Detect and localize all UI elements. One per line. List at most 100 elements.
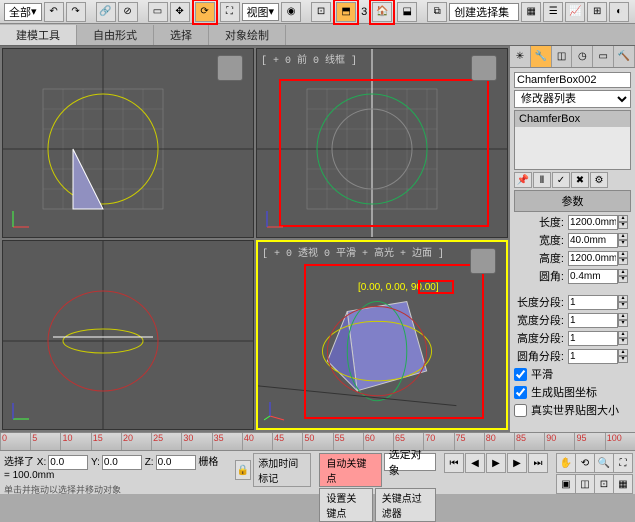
object-name-input[interactable] — [514, 72, 631, 88]
viewcube-icon[interactable] — [217, 55, 243, 81]
key-target-dropdown[interactable]: 选定对象 — [384, 453, 436, 471]
realworld-checkbox[interactable] — [514, 404, 527, 417]
show-end-button[interactable]: Ⅱ — [533, 172, 551, 188]
layers-button[interactable]: ☰ — [543, 2, 563, 22]
align-button[interactable]: ▦ — [521, 2, 541, 22]
spin-up[interactable]: ▴ — [618, 295, 628, 302]
zoom-extents-button[interactable]: ⛶ — [613, 453, 633, 473]
modifier-item[interactable]: ChamferBox — [515, 111, 630, 127]
undo-button[interactable]: ↶ — [44, 2, 64, 22]
viewport-front[interactable]: [ + 0 前 0 线框 ] — [256, 48, 508, 238]
spin-up[interactable]: ▴ — [618, 215, 628, 222]
spin-down[interactable]: ▾ — [618, 258, 628, 265]
key-filter-button[interactable]: 关键点过滤器 — [375, 488, 436, 522]
y-input[interactable] — [102, 455, 142, 470]
display-tab-icon[interactable]: ▭ — [593, 46, 614, 67]
motion-tab-icon[interactable]: ◷ — [572, 46, 593, 67]
percent-snap-button[interactable]: 🏠 — [372, 2, 392, 22]
filter-dropdown[interactable]: 全部 ▾ — [4, 3, 42, 21]
viewcube-icon[interactable] — [470, 248, 496, 274]
spin-up[interactable]: ▴ — [618, 251, 628, 258]
modifier-stack[interactable]: ChamferBox — [514, 110, 631, 170]
set-key-button[interactable]: 设置关键点 — [319, 488, 372, 522]
goto-end-button[interactable]: ⏭ — [528, 453, 548, 473]
spin-down[interactable]: ▾ — [618, 302, 628, 309]
smooth-checkbox[interactable] — [514, 368, 527, 381]
tab-modeling[interactable]: 建模工具 — [0, 25, 77, 45]
pan-view-button[interactable]: ✋ — [556, 453, 576, 473]
width-input[interactable] — [568, 233, 618, 248]
spin-up[interactable]: ▴ — [618, 269, 628, 276]
params-rollout-title[interactable]: 参数 — [514, 190, 631, 212]
zoom-region-button[interactable]: ◫ — [575, 474, 595, 494]
refcoord-dropdown[interactable]: 视图 ▾ — [242, 3, 280, 21]
spin-down[interactable]: ▾ — [618, 222, 628, 229]
angle-snap-button[interactable]: ⬒ — [336, 2, 356, 22]
spin-down[interactable]: ▾ — [618, 276, 628, 283]
height-segs-input[interactable] — [568, 331, 618, 346]
spin-down[interactable]: ▾ — [618, 240, 628, 247]
width-segs-input[interactable] — [568, 313, 618, 328]
modifier-list-dropdown[interactable]: 修改器列表 — [514, 90, 631, 108]
create-tab-icon[interactable]: ✳ — [510, 46, 531, 67]
schematic-button[interactable]: ⊞ — [587, 2, 607, 22]
auto-key-button[interactable]: 自动关键点 — [319, 453, 381, 487]
fov-button[interactable]: ▣ — [556, 474, 576, 494]
spin-up[interactable]: ▴ — [618, 331, 628, 338]
viewport-left[interactable] — [2, 240, 254, 430]
goto-start-button[interactable]: ⏮ — [444, 453, 464, 473]
spin-down[interactable]: ▾ — [618, 320, 628, 327]
spin-up[interactable]: ▴ — [618, 349, 628, 356]
link-button[interactable]: 🔗 — [96, 2, 116, 22]
pin-stack-button[interactable]: 📌 — [514, 172, 532, 188]
rotate-button[interactable]: ⟳ — [195, 2, 215, 22]
gen-uv-checkbox[interactable] — [514, 386, 527, 399]
hierarchy-tab-icon[interactable]: ◫ — [552, 46, 573, 67]
length-segs-input[interactable] — [568, 295, 618, 310]
smooth-label: 平滑 — [531, 366, 553, 382]
play-button[interactable]: ▶ — [486, 453, 506, 473]
spinner-snap-button[interactable]: ⬓ — [397, 2, 417, 22]
spin-up[interactable]: ▴ — [618, 233, 628, 240]
prev-frame-button[interactable]: ◀ — [465, 453, 485, 473]
maximize-vp-button[interactable]: ⊡ — [594, 474, 614, 494]
viewport-top[interactable] — [2, 48, 254, 238]
configure-button[interactable]: ⚙ — [590, 172, 608, 188]
move-button[interactable]: ✥ — [170, 2, 190, 22]
utilities-tab-icon[interactable]: 🔨 — [614, 46, 635, 67]
fillet-input[interactable] — [568, 269, 618, 284]
viewport-perspective[interactable]: [ + 0 透视 0 平滑 + 高光 + 边面 ] [0.00, 0.00, 9… — [256, 240, 508, 430]
snap-toggle-button[interactable]: ⊡ — [311, 2, 331, 22]
scale-button[interactable]: ⛶ — [220, 2, 240, 22]
unique-button[interactable]: ✓ — [552, 172, 570, 188]
lock-button[interactable]: 🔒 — [235, 460, 251, 480]
select-button[interactable]: ▭ — [148, 2, 168, 22]
tab-select[interactable]: 选择 — [154, 25, 209, 45]
spin-up[interactable]: ▴ — [618, 313, 628, 320]
z-input[interactable] — [156, 455, 196, 470]
named-selection-dropdown[interactable]: 创建选择集 — [449, 3, 519, 21]
material-button[interactable]: ◐ — [609, 2, 629, 22]
tab-object-paint[interactable]: 对象绘制 — [209, 25, 286, 45]
spin-down[interactable]: ▾ — [618, 338, 628, 345]
remove-mod-button[interactable]: ✖ — [571, 172, 589, 188]
fillet-segs-input[interactable] — [568, 349, 618, 364]
mirror-button[interactable]: ⧉ — [427, 2, 447, 22]
unlink-button[interactable]: ⊘ — [118, 2, 138, 22]
x-input[interactable] — [48, 455, 88, 470]
min-vp-button[interactable]: ▦ — [613, 474, 633, 494]
redo-button[interactable]: ↷ — [66, 2, 86, 22]
orbit-view-button[interactable]: ⟲ — [575, 453, 595, 473]
curve-editor-button[interactable]: 📈 — [565, 2, 585, 22]
modify-tab-icon[interactable]: 🔧 — [531, 46, 552, 67]
zoom-button[interactable]: 🔍 — [594, 453, 614, 473]
add-time-tag[interactable]: 添加时间标记 — [253, 453, 311, 487]
tab-freeform[interactable]: 自由形式 — [77, 25, 154, 45]
length-input[interactable] — [568, 215, 618, 230]
time-slider[interactable]: 0510152025303540455055606570758085909510… — [0, 432, 635, 450]
center-button[interactable]: ◉ — [281, 2, 301, 22]
viewcube-icon[interactable] — [471, 55, 497, 81]
next-frame-button[interactable]: ▶ — [507, 453, 527, 473]
height-input[interactable] — [568, 251, 618, 266]
spin-down[interactable]: ▾ — [618, 356, 628, 363]
